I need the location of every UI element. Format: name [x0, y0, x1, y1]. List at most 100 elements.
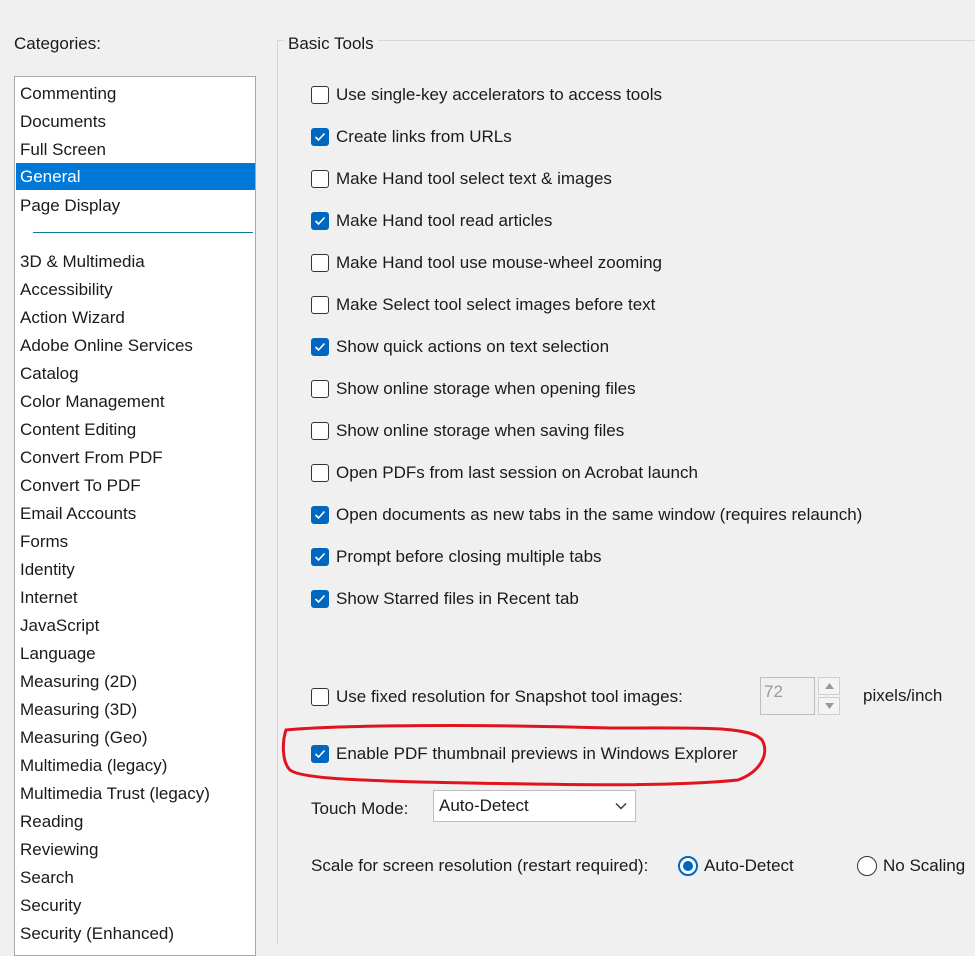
category-item-general[interactable]: General — [16, 163, 255, 190]
category-item-full-screen[interactable]: Full Screen — [16, 136, 255, 163]
option-label: Show Starred files in Recent tab — [336, 589, 579, 608]
category-item-adobe-online-services[interactable]: Adobe Online Services — [16, 332, 255, 359]
category-item-convert-from-pdf[interactable]: Convert From PDF — [16, 444, 255, 471]
category-item-accessibility[interactable]: Accessibility — [16, 276, 255, 303]
checkbox[interactable] — [311, 338, 329, 356]
category-item-convert-to-pdf[interactable]: Convert To PDF — [16, 472, 255, 499]
checkbox[interactable] — [311, 548, 329, 566]
checkbox[interactable] — [311, 86, 329, 104]
option-online-storage-saving[interactable]: Show online storage when saving files — [311, 420, 624, 442]
option-snapshot-fixed-resolution[interactable]: Use fixed resolution for Snapshot tool i… — [311, 686, 683, 708]
option-create-links-from-urls[interactable]: Create links from URLs — [311, 126, 512, 148]
checkbox[interactable] — [311, 128, 329, 146]
option-label: Prompt before closing multiple tabs — [336, 547, 602, 566]
option-label: Use single-key accelerators to access to… — [336, 85, 662, 104]
spinner-up-button[interactable] — [818, 677, 840, 695]
touch-mode-select[interactable]: Auto-Detect — [433, 790, 636, 822]
category-item-content-editing[interactable]: Content Editing — [16, 416, 255, 443]
checkmark-icon — [314, 510, 326, 520]
radio-no-scaling[interactable]: No Scaling — [857, 855, 965, 877]
option-single-key-accelerators[interactable]: Use single-key accelerators to access to… — [311, 84, 662, 106]
checkmark-icon — [314, 216, 326, 226]
option-pdf-thumbnail-previews[interactable]: Enable PDF thumbnail previews in Windows… — [311, 743, 738, 765]
category-item-reading[interactable]: Reading — [16, 808, 255, 835]
option-hand-tool-mouse-wheel-zooming[interactable]: Make Hand tool use mouse-wheel zooming — [311, 252, 662, 274]
category-item-measuring-2d[interactable]: Measuring (2D) — [16, 668, 255, 695]
checkbox[interactable] — [311, 380, 329, 398]
snapshot-resolution-input[interactable]: 72 — [760, 677, 815, 715]
radio-label: No Scaling — [883, 856, 966, 875]
option-label: Open documents as new tabs in the same w… — [336, 505, 863, 524]
option-open-as-new-tabs[interactable]: Open documents as new tabs in the same w… — [311, 504, 862, 526]
radio-button[interactable] — [857, 856, 877, 876]
checkbox[interactable] — [311, 506, 329, 524]
checkbox[interactable] — [311, 745, 329, 763]
basic-tools-heading: Basic Tools — [284, 34, 378, 54]
checkmark-icon — [314, 342, 326, 352]
category-item-3d-multimedia[interactable]: 3D & Multimedia — [16, 248, 255, 275]
checkbox[interactable] — [311, 590, 329, 608]
category-list[interactable]: Commenting Documents Full Screen General… — [14, 76, 256, 956]
option-label: Open PDFs from last session on Acrobat l… — [336, 463, 698, 482]
checkbox[interactable] — [311, 464, 329, 482]
option-label: Make Hand tool use mouse-wheel zooming — [336, 253, 663, 272]
category-item-color-management[interactable]: Color Management — [16, 388, 255, 415]
category-item-internet[interactable]: Internet — [16, 584, 255, 611]
group-border-left — [277, 40, 278, 945]
category-item-catalog[interactable]: Catalog — [16, 360, 255, 387]
option-label: Show online storage when opening files — [336, 379, 636, 398]
category-item-language[interactable]: Language — [16, 640, 255, 667]
category-item-multimedia-trust-legacy[interactable]: Multimedia Trust (legacy) — [16, 780, 255, 807]
category-item-page-display[interactable]: Page Display — [16, 192, 255, 219]
category-item-documents[interactable]: Documents — [16, 108, 255, 135]
option-label: Make Hand tool read articles — [336, 211, 553, 230]
chevron-down-icon — [615, 803, 627, 810]
option-label: Show online storage when saving files — [336, 421, 625, 440]
radio-auto-detect[interactable]: Auto-Detect — [678, 855, 794, 877]
scale-resolution-label: Scale for screen resolution (restart req… — [311, 856, 649, 875]
option-label: Show quick actions on text selection — [336, 337, 610, 356]
category-separator — [33, 232, 253, 233]
option-hand-tool-select-text[interactable]: Make Hand tool select text & images — [311, 168, 612, 190]
category-item-email-accounts[interactable]: Email Accounts — [16, 500, 255, 527]
category-item-javascript[interactable]: JavaScript — [16, 612, 255, 639]
checkbox[interactable] — [311, 170, 329, 188]
option-hand-tool-read-articles[interactable]: Make Hand tool read articles — [311, 210, 552, 232]
option-label: Enable PDF thumbnail previews in Windows… — [336, 744, 738, 763]
category-item-search[interactable]: Search — [16, 864, 255, 891]
checkmark-icon — [314, 594, 326, 604]
checkbox[interactable] — [311, 254, 329, 272]
category-item-action-wizard[interactable]: Action Wizard — [16, 304, 255, 331]
checkmark-icon — [314, 749, 326, 759]
spinner-down-button[interactable] — [818, 697, 840, 715]
radio-button[interactable] — [678, 856, 698, 876]
option-online-storage-opening[interactable]: Show online storage when opening files — [311, 378, 636, 400]
category-item-security[interactable]: Security — [16, 892, 255, 919]
category-item-identity[interactable]: Identity — [16, 556, 255, 583]
category-item-multimedia-legacy[interactable]: Multimedia (legacy) — [16, 752, 255, 779]
option-label: Create links from URLs — [336, 127, 512, 146]
option-prompt-closing-tabs[interactable]: Prompt before closing multiple tabs — [311, 546, 602, 568]
option-label: Use fixed resolution for Snapshot tool i… — [336, 687, 683, 706]
option-label: Make Hand tool select text & images — [336, 169, 612, 188]
group-border-top — [277, 40, 975, 41]
category-item-measuring-3d[interactable]: Measuring (3D) — [16, 696, 255, 723]
category-item-commenting[interactable]: Commenting — [16, 80, 255, 107]
caret-up-icon — [824, 683, 834, 689]
category-item-reviewing[interactable]: Reviewing — [16, 836, 255, 863]
category-item-forms[interactable]: Forms — [16, 528, 255, 555]
checkmark-icon — [314, 132, 326, 142]
category-item-measuring-geo[interactable]: Measuring (Geo) — [16, 724, 255, 751]
checkbox[interactable] — [311, 212, 329, 230]
checkbox[interactable] — [311, 688, 329, 706]
caret-down-icon — [824, 703, 834, 709]
option-show-starred-files[interactable]: Show Starred files in Recent tab — [311, 588, 579, 610]
option-select-tool-images-first[interactable]: Make Select tool select images before te… — [311, 294, 655, 316]
option-open-last-session[interactable]: Open PDFs from last session on Acrobat l… — [311, 462, 698, 484]
checkbox[interactable] — [311, 422, 329, 440]
snapshot-units-label: pixels/inch — [863, 686, 943, 705]
option-quick-actions-text-selection[interactable]: Show quick actions on text selection — [311, 336, 609, 358]
touch-mode-label: Touch Mode: — [311, 799, 409, 818]
checkbox[interactable] — [311, 296, 329, 314]
category-item-security-enhanced[interactable]: Security (Enhanced) — [16, 920, 255, 947]
